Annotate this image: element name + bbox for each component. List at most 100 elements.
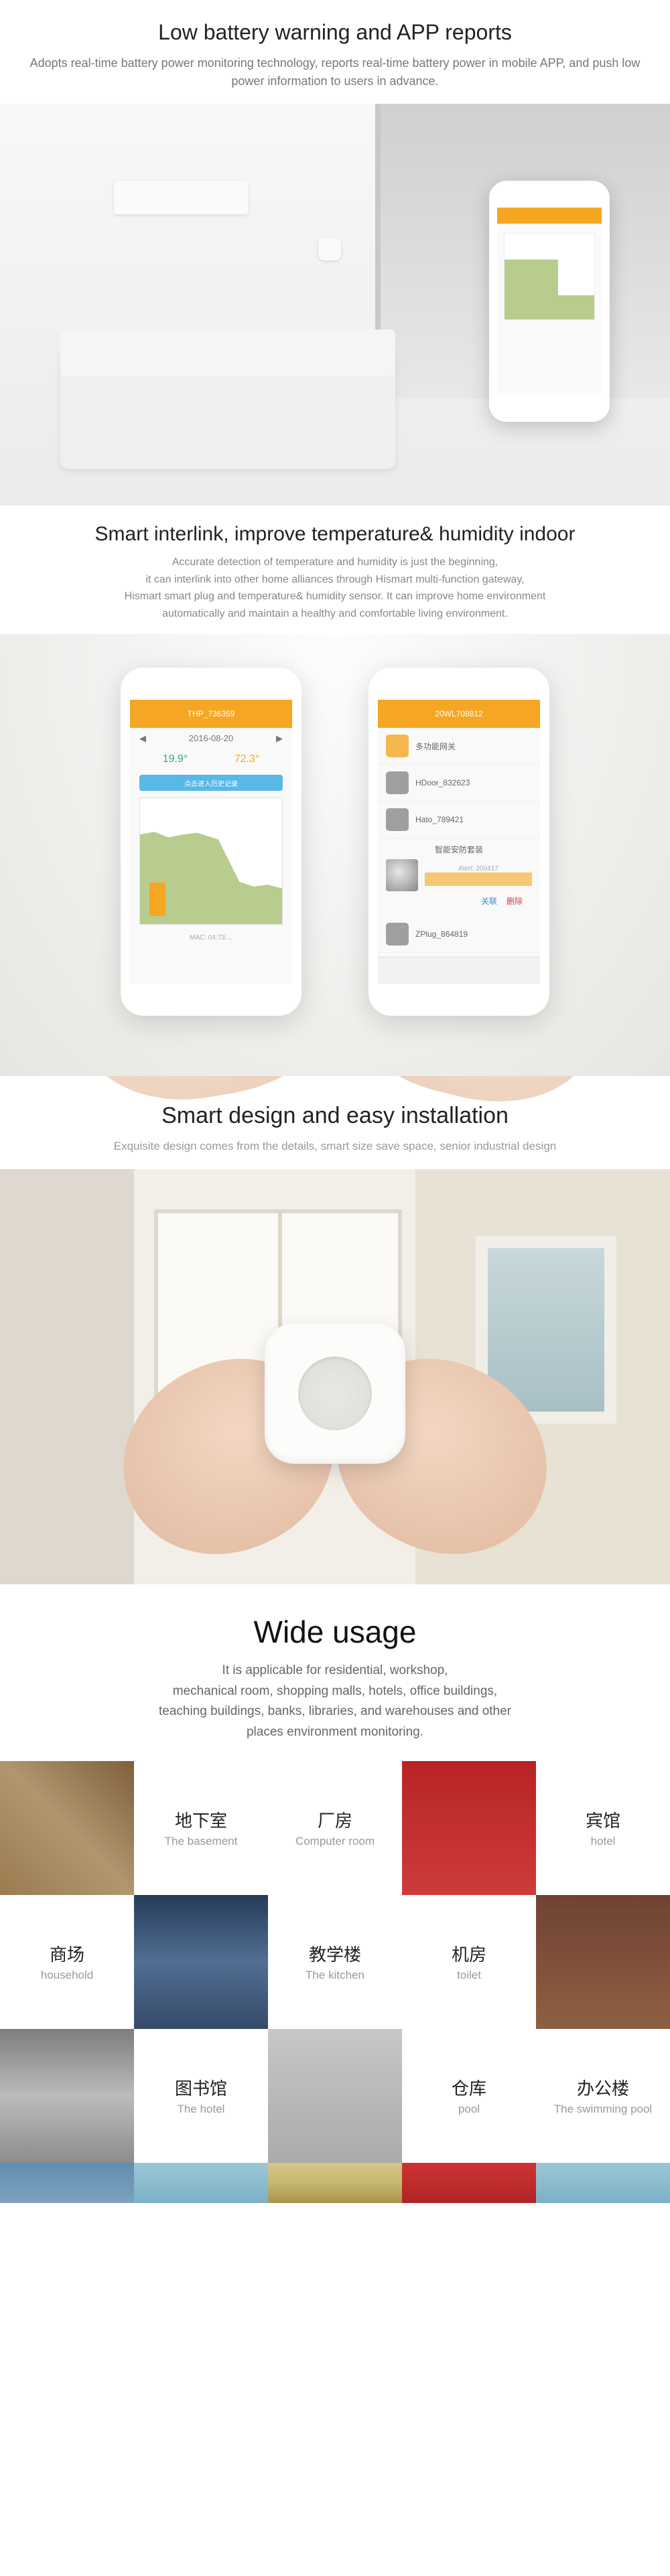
delete-action: 删除 [507,895,523,907]
label-en: Computer room [295,1835,375,1848]
battery-chart [504,233,595,320]
tab-item [378,957,432,984]
section4-desc: It is applicable for residential, worksh… [27,1661,643,1742]
usage-label: 办公楼 The swimming pool [536,2029,670,2163]
usage-label: 图书馆 The hotel [134,2029,268,2163]
usage-label: 商场 household [0,1895,134,2029]
section1-desc: Adopts real-time battery power monitorin… [27,54,643,90]
usage-image-computer-room [268,2029,402,2163]
usage-label: 教学楼 The kitchen [268,1895,402,2029]
label-cn: 地下室 [175,1807,227,1832]
label-en: pool [458,2103,480,2116]
label-en: The kitchen [306,1969,364,1982]
device-row: HDoor_832623 [378,765,540,802]
app-header-bar [497,208,602,224]
label-cn: 仓库 [452,2075,486,2100]
section4-header: Wide usage It is applicable for resident… [0,1584,670,1761]
label-cn: 办公楼 [577,2075,629,2100]
label-cn: 机房 [452,1941,486,1966]
usage-image-warehouse [0,1761,134,1895]
section-low-battery: Low battery warning and APP reports Adop… [0,0,670,506]
label-en: The hotel [178,2103,225,2116]
phone-right: 20WL708812 多功能网关 HDoor_832623 Hato_78942… [368,668,549,1016]
device-grill [298,1357,372,1430]
label-cn: 厂房 [318,1807,352,1832]
section2-header: Smart interlink, improve temperature& hu… [0,506,670,634]
device-row: Hato_789421 [378,802,540,838]
usage-image-mall [134,1895,268,2029]
section2-desc: Accurate detection of temperature and hu… [27,554,643,622]
section1-title: Low battery warning and APP reports [27,20,643,45]
row-label: 多功能网关 [415,741,456,752]
usage-label: 机房 toilet [402,1895,536,2029]
tab-item [486,957,540,984]
alert-sub: Alert: 200417 [425,865,532,873]
readings: 19.9° 72.3° [130,749,292,769]
hands-holding-device [147,1270,523,1551]
phone-screen [497,208,602,395]
humidity-value: 72.3° [234,753,260,765]
usage-image-pool [536,2163,670,2203]
usage-image-classroom [268,2163,402,2203]
usage-image-bank [134,2163,268,2203]
row-label: 智能安防套装 [386,844,532,855]
phone-mockup [489,181,610,422]
phones-in-hands: THP_736359 ◀2016-08-20▶ 19.9° 72.3° 点击进入… [0,634,670,1076]
left-phone-group: THP_736359 ◀2016-08-20▶ 19.9° 72.3° 点击进入… [107,668,315,1056]
device-icon [386,808,409,831]
row-label: Hato_789421 [415,815,464,824]
mac-address: MAC: 04:73:... [130,931,292,944]
plug-icon [386,923,409,945]
row-label: ZPlug_864819 [415,929,468,939]
usage-image-building [0,2029,134,2163]
section4-title: Wide usage [27,1614,643,1650]
usage-label: 地下室 The basement [134,1761,268,1895]
label-cn: 教学楼 [309,1941,361,1966]
section1-header: Low battery warning and APP reports Adop… [0,0,670,104]
date-row: ◀ 2016-08-20 ▶ [130,728,292,749]
phone-left: THP_736359 ◀2016-08-20▶ 19.9° 72.3° 点击进入… [121,668,302,1016]
label-en: The basement [165,1835,238,1848]
label-cn: 宾馆 [586,1807,620,1832]
label-en: The swimming pool [554,2103,652,2116]
usage-grid: 地下室 The basement 厂房 Computer room 宾馆 hot… [0,1761,670,2203]
usage-image-school [402,2163,536,2203]
label-en: hotel [591,1835,616,1848]
usage-label: 厂房 Computer room [268,1761,402,1895]
device-row: ZPlug_864819 [378,916,540,953]
sofa-graphic [60,348,395,469]
arrow-right-icon: ▶ [276,733,283,744]
usage-label: 宾馆 hotel [536,1761,670,1895]
selected-device: 智能安防套装 Alert: 200417 关联 删除 [378,838,540,916]
section-design: Smart design and easy installation Exqui… [0,1076,670,1584]
label-en: toilet [457,1969,481,1982]
device-id: 20WL708812 [435,709,482,718]
label-cn: 图书馆 [175,2075,227,2100]
living-room-scene [0,104,670,506]
section3-title: Smart design and easy installation [27,1103,643,1129]
section-usage: Wide usage It is applicable for resident… [0,1584,670,2203]
sensor-device [265,1323,405,1464]
alert-bar [425,873,532,886]
gateway-icon [386,735,409,757]
usage-label: 仓库 pool [402,2029,536,2163]
product-in-hands [0,1169,670,1584]
section2-title: Smart interlink, improve temperature& hu… [27,523,643,546]
relate-action: 关联 [481,895,497,907]
temp-humidity-chart [139,798,283,925]
app-header: THP_736359 [130,700,292,728]
air-conditioner-graphic [114,181,248,214]
section3-header: Smart design and easy installation Exqui… [0,1076,670,1169]
label-en: household [41,1969,93,1982]
label-cn: 商场 [50,1941,84,1966]
temperature-value: 19.9° [163,753,188,765]
row-label: HDoor_832623 [415,778,470,787]
app-header: 20WL708812 [378,700,540,728]
date-value: 2016-08-20 [189,733,234,744]
phone-left-screen: THP_736359 ◀2016-08-20▶ 19.9° 72.3° 点击进入… [130,700,292,984]
arrow-left-icon: ◀ [139,733,146,744]
bottom-tabs [378,957,540,984]
siren-icon [386,859,418,891]
usage-image-office [536,1895,670,2029]
right-phone-group: 20WL708812 多功能网关 HDoor_832623 Hato_78942… [355,668,563,1056]
